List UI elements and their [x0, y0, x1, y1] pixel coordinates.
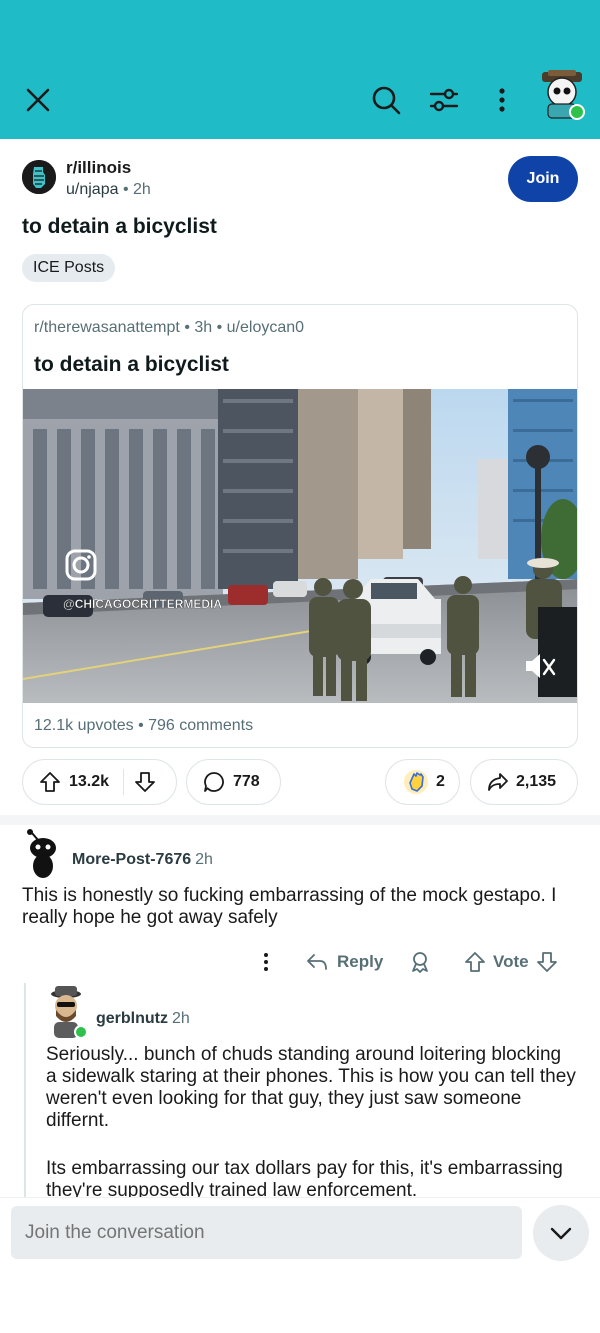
share-count: 2,135: [516, 773, 557, 790]
comment-author[interactable]: gerblnutz 2h: [96, 1010, 190, 1028]
crosspost-author[interactable]: u/eloycan0: [227, 319, 304, 336]
subreddit-icon[interactable]: [22, 160, 56, 194]
post-time: 2h: [133, 181, 151, 198]
upvote-icon[interactable]: [39, 771, 61, 793]
comment-author-name[interactable]: More-Post-7676: [72, 851, 191, 868]
subreddit-name[interactable]: r/illinois: [66, 158, 131, 178]
join-button[interactable]: Join: [508, 156, 578, 202]
comment-icon: [204, 772, 224, 792]
share-button[interactable]: 2,135: [470, 759, 578, 805]
comments-button[interactable]: 778: [186, 759, 281, 805]
award-count: 2: [436, 773, 445, 790]
collapse-button[interactable]: [533, 1205, 589, 1261]
reply-label: Reply: [337, 952, 384, 971]
vote-label: Vote: [493, 952, 529, 971]
crosspost-card[interactable]: r/therewasanattempt • 3h • u/eloycan0 to…: [22, 304, 578, 748]
crosspost-meta: r/therewasanattempt • 3h • u/eloycan0: [34, 319, 304, 337]
share-icon: [488, 773, 508, 791]
close-icon[interactable]: [22, 84, 54, 116]
comment-count: 778: [233, 773, 260, 790]
award-button[interactable]: 2: [385, 759, 460, 805]
clap-award-icon: [404, 770, 428, 794]
comment-paragraph: Seriously... bunch of chuds standing aro…: [46, 1044, 576, 1131]
video-player[interactable]: @CHICAGOCRITTERMEDIA: [23, 389, 577, 703]
vote-separator: [123, 769, 125, 795]
meta-separator: •: [122, 181, 133, 198]
vote-score: 13.2k: [69, 773, 110, 790]
post-flair[interactable]: ICE Posts: [22, 254, 116, 282]
post-meta: u/njapa • 2h: [66, 181, 151, 199]
section-divider: [0, 815, 600, 825]
downvote-icon[interactable]: [535, 950, 559, 974]
join-conversation-input[interactable]: [11, 1206, 522, 1259]
crosspost-upvotes: 12.1k upvotes: [34, 717, 134, 734]
video-watermark: @CHICAGOCRITTERMEDIA: [63, 597, 222, 611]
top-bar: [0, 0, 600, 139]
filter-icon[interactable]: [428, 84, 460, 116]
comment-body: This is honestly so fucking embarrassing…: [22, 885, 557, 928]
composer-bar: [0, 1197, 600, 1333]
search-icon[interactable]: [370, 84, 402, 116]
comment-more-button[interactable]: [254, 950, 278, 974]
post-author[interactable]: u/njapa: [66, 181, 119, 198]
crosspost-subreddit[interactable]: r/therewasanattempt: [34, 319, 180, 336]
comment-author-name[interactable]: gerblnutz: [96, 1010, 168, 1027]
reply-icon: [307, 954, 327, 970]
award-button[interactable]: [408, 950, 432, 974]
comment-author[interactable]: More-Post-7676 2h: [72, 851, 213, 869]
more-icon: [264, 953, 268, 971]
comment-vote: Vote: [463, 950, 559, 974]
upvote-icon[interactable]: [463, 950, 487, 974]
avatar[interactable]: [22, 826, 64, 880]
reply-button[interactable]: Reply: [305, 950, 383, 974]
comment-time: 2h: [172, 1010, 190, 1027]
comment-time: 2h: [195, 851, 213, 868]
online-indicator: [74, 1025, 88, 1039]
post-header: r/illinois u/njapa • 2h Join: [22, 156, 582, 206]
downvote-icon[interactable]: [134, 771, 156, 793]
more-icon[interactable]: [488, 84, 516, 116]
award-icon: [412, 952, 428, 973]
online-indicator: [569, 104, 585, 120]
avatar[interactable]: [538, 66, 588, 120]
meta-separator: •: [184, 319, 195, 336]
chevron-down-icon: [550, 1227, 572, 1240]
crosspost-stats: 12.1k upvotes • 796 comments: [34, 717, 253, 735]
comment-actions: Reply Vote: [22, 950, 582, 980]
avatar[interactable]: [46, 984, 88, 1040]
meta-separator: •: [138, 717, 149, 734]
video-frame: @CHICAGOCRITTERMEDIA: [23, 389, 577, 703]
comment-body: Seriously... bunch of chuds standing aro…: [46, 1044, 576, 1202]
crosspost-time: 3h: [194, 319, 213, 336]
post-title: to detain a bicyclist: [22, 215, 217, 238]
post-actions: 13.2k 778 2 2,135: [22, 759, 578, 805]
thread-line[interactable]: [24, 983, 26, 1198]
crosspost-comments: 796 comments: [148, 717, 254, 734]
crosspost-title: to detain a bicyclist: [34, 353, 229, 376]
vote-pill: 13.2k: [22, 759, 177, 805]
meta-separator: •: [216, 319, 227, 336]
comment-paragraph: Its embarrassing our tax dollars pay for…: [46, 1158, 563, 1201]
